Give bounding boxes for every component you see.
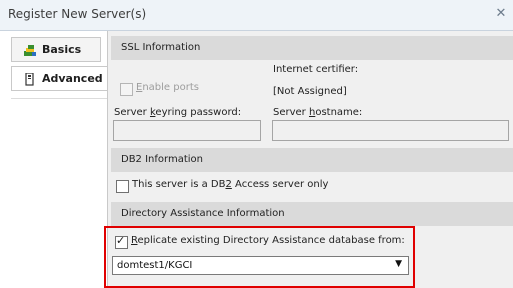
advanced-icon <box>25 73 34 86</box>
window-title: Register New Server(s) <box>8 7 147 21</box>
server-hostname-label: Server hostname: <box>273 107 363 118</box>
tab-basics[interactable]: Basics <box>11 37 101 62</box>
directory-source-select[interactable]: domtest1/KGCI ▼ <box>112 256 409 275</box>
db2-access-checkbox[interactable]: This server is a DB2 Access server only <box>116 179 416 194</box>
replicate-checkbox[interactable]: Replicate existing Directory Assistance … <box>115 234 445 250</box>
enable-ports-checkbox[interactable]: Enable ports <box>120 82 240 97</box>
close-icon[interactable]: ✕ <box>493 5 509 23</box>
title-bar: Register New Server(s) ✕ <box>0 0 513 31</box>
db2-access-label: This server is a DB2 Access server only <box>132 179 329 190</box>
keyring-password-field[interactable] <box>113 120 261 141</box>
keyring-password-label: Server keyring password: <box>114 107 242 118</box>
replicate-box <box>115 234 128 249</box>
db2-section-header: DB2 Information <box>111 148 513 172</box>
replicate-label: Replicate existing Directory Assistance … <box>131 235 405 246</box>
tab-basics-label: Basics <box>42 43 82 56</box>
enable-ports-label: Enable ports <box>136 82 199 93</box>
tab-list: Basics Advanced <box>0 31 108 288</box>
tab-advanced-label: Advanced <box>42 72 103 85</box>
enable-ports-box <box>120 83 133 96</box>
advanced-panel: SSL Information Internet certifier: [Not… <box>107 31 513 288</box>
certifier-value: [Not Assigned] <box>273 86 347 97</box>
certifier-label: Internet certifier: <box>273 64 359 75</box>
db2-access-box <box>116 180 129 193</box>
tab-advanced[interactable]: Advanced <box>11 66 108 91</box>
tab-divider <box>11 98 107 99</box>
directory-source-value: domtest1/KGCI <box>117 260 193 271</box>
basics-icon <box>24 45 36 56</box>
server-hostname-field[interactable] <box>272 120 509 141</box>
ssl-section-header: SSL Information <box>111 36 513 60</box>
register-server-dialog: Register New Server(s) ✕ Basics Advanced… <box>0 0 513 288</box>
chevron-down-icon[interactable]: ▼ <box>395 259 402 269</box>
directory-section-header: Directory Assistance Information <box>111 202 513 226</box>
